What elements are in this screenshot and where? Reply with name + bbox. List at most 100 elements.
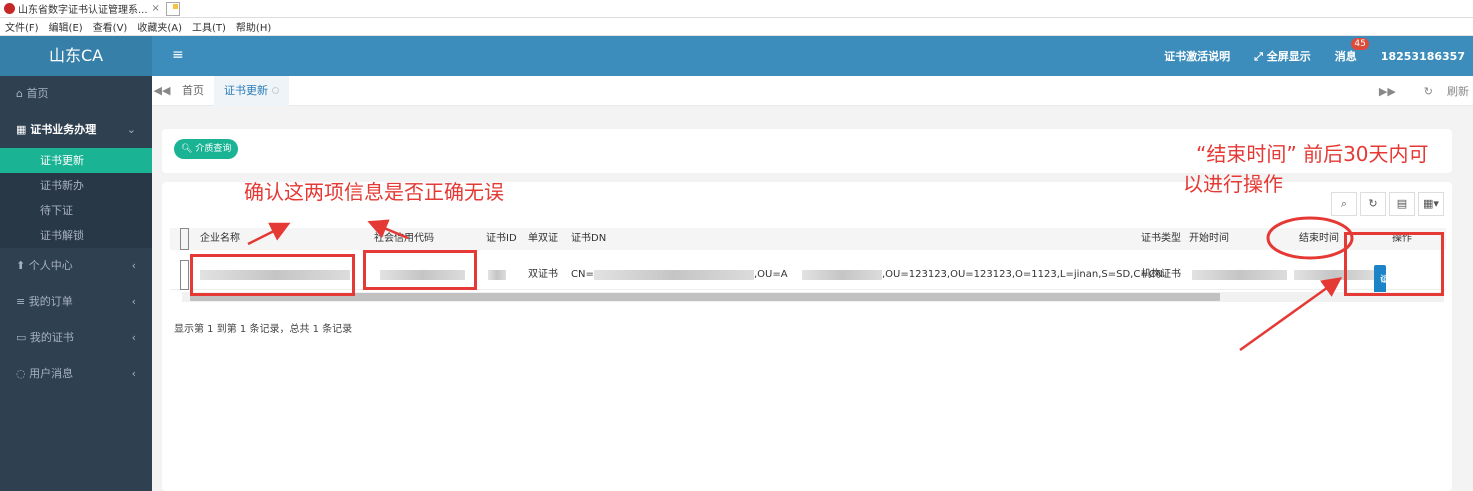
app-logo[interactable]: 山东CA (0, 36, 152, 76)
sidebar-item-cert-renew[interactable]: 证书更新 (0, 148, 152, 173)
sidebar-item-my-certs[interactable]: ▭ 我的证书 ‹ (0, 320, 152, 356)
top-header: 山东CA ≡ 证书激活说明 ⤢ 全屏显示 消息 45 18253186357 (0, 36, 1473, 76)
menu-favorites[interactable]: 收藏夹(A) (132, 19, 187, 34)
highlight-action (1344, 232, 1444, 296)
site-favicon-icon (4, 3, 15, 14)
menu-tools[interactable]: 工具(T) (187, 19, 231, 34)
sidebar-orders-label: 我的订单 (28, 295, 73, 308)
menu-view[interactable]: 查看(V) (88, 19, 133, 34)
column-cert-dn[interactable]: 证书DN (571, 228, 606, 250)
page-tabs-bar: ◀◀ 首页 证书更新 ▶▶ ↻ 刷新 (152, 75, 1473, 106)
expand-icon: ⤢ (1254, 50, 1263, 63)
tab-cert-renew-label: 证书更新 (224, 83, 268, 97)
cell-single-double: 双证书 (528, 269, 558, 280)
chevron-left-icon: ‹ (131, 331, 136, 344)
column-company-name[interactable]: 企业名称 (200, 228, 240, 250)
highlight-company-name (190, 254, 355, 296)
sidebar-personal-label: 个人中心 (28, 259, 73, 272)
browser-tab-bar: 山东省数字证书认证管理系... × (0, 0, 1473, 18)
table-header: 企业名称 社会信用代码 证书ID 单双证 证书DN 证书类型 开始时间 结束时间… (170, 228, 1446, 250)
sidebar-home-label: 首页 (26, 87, 49, 100)
redacted-cert-id (488, 270, 506, 280)
sidebar-submenu: 证书更新 证书新办 待下证 证书解锁 (0, 148, 152, 248)
chevron-left-icon: ‹ (131, 367, 136, 380)
grid-dropdown-icon[interactable]: ▦▾ (1418, 192, 1444, 216)
table-panel: ⌕ ↻ ▤ ▦▾ 企业名称 社会信用代码 证书ID 单双证 证书DN 证书类型 … (162, 182, 1452, 491)
refresh-icon: ↻ (1423, 85, 1433, 98)
sidebar-item-personal[interactable]: ⬆ 个人中心 ‹ (0, 248, 152, 284)
browser-tab-title: 山东省数字证书认证管理系... (18, 5, 148, 16)
sidebar-item-user-messages[interactable]: ◌ 用户消息 ‹ (0, 356, 152, 392)
menu-edit[interactable]: 编辑(E) (44, 19, 88, 34)
horizontal-scrollbar[interactable] (182, 292, 1444, 302)
annotation-end-time-line2: 以进行操作 (1183, 172, 1283, 196)
media-query-button[interactable]: 🔍︎ 介质查询 (174, 139, 239, 159)
records-summary: 显示第 1 到第 1 条记录，总共 1 条记录 (174, 324, 353, 335)
sidebar: ⌂ 首页 ▦ 证书业务办理 ⌄ 证书更新 证书新办 待下证 证书解锁 ⬆ 个人中心… (0, 76, 152, 491)
table-toolbar: ⌕ ↻ ▤ ▦▾ (1328, 192, 1444, 216)
redacted-dn-cn (594, 270, 754, 280)
sidebar-item-home[interactable]: ⌂ 首页 (0, 76, 152, 112)
column-credit-code[interactable]: 社会信用代码 (374, 228, 434, 250)
browser-tab[interactable]: 山东省数字证书认证管理系... × (0, 0, 164, 18)
tabs-scroll-left-icon[interactable]: ◀◀ (152, 84, 172, 97)
media-query-label: 介质查询 (195, 144, 232, 154)
redacted-dn-ou (802, 270, 882, 280)
chevron-left-icon: ‹ (131, 295, 136, 308)
messages-label: 消息 (1334, 50, 1357, 63)
table-row: 双证书 CN= ,OU=A ,OU=123123,OU=123123,O=112… (170, 260, 1446, 295)
messages-button[interactable]: 消息 45 (1334, 38, 1369, 64)
vertical-scrollbar[interactable] (1463, 110, 1473, 491)
comment-icon: ◌ (16, 367, 26, 380)
refresh-button[interactable]: ↻ 刷新 (1410, 83, 1469, 99)
search-icon: 🔍︎ (181, 144, 193, 154)
cell-cert-type: 机构证书 (1141, 269, 1181, 280)
menu-help[interactable]: 帮助(H) (231, 19, 276, 34)
annotation-end-time-line1: “结束时间” 前后30天内可 (1196, 142, 1429, 166)
close-tab-icon[interactable]: × (152, 3, 160, 14)
sidebar-group-label: 证书业务办理 (30, 123, 97, 136)
list-icon: ▦ (16, 123, 27, 136)
menu-file[interactable]: 文件(F) (0, 19, 44, 34)
tabs-scroll-right-icon[interactable]: ▶▶ (1379, 85, 1396, 98)
column-single-double[interactable]: 单双证 (528, 228, 558, 250)
columns-list-icon[interactable]: ▤ (1389, 192, 1415, 216)
menu-toggle-icon[interactable]: ≡ (172, 47, 184, 63)
column-cert-id[interactable]: 证书ID (486, 228, 517, 250)
column-end-time[interactable]: 结束时间 (1299, 228, 1339, 250)
sidebar-messages-label: 用户消息 (29, 367, 74, 380)
column-cert-type[interactable]: 证书类型 (1141, 228, 1181, 250)
cell-dn-prefix: CN= (571, 269, 594, 280)
refresh-icon[interactable]: ↻ (1360, 192, 1386, 216)
cell-dn-mid: ,OU=A (754, 269, 788, 280)
fullscreen-label: 全屏显示 (1266, 50, 1311, 63)
message-count-badge: 45 (1351, 38, 1369, 50)
search-icon[interactable]: ⌕ (1331, 192, 1357, 216)
new-tab-icon[interactable] (165, 1, 180, 16)
bars-icon: ≡ (16, 295, 26, 308)
tab-cert-renew[interactable]: 证书更新 (214, 75, 289, 106)
redacted-start-time (1192, 270, 1287, 280)
certificate-icon: ▭ (16, 331, 27, 344)
highlight-credit-code (363, 250, 477, 290)
sidebar-item-pending[interactable]: 待下证 (0, 198, 152, 223)
column-start-time[interactable]: 开始时间 (1189, 228, 1229, 250)
chevron-left-icon: ‹ (131, 259, 136, 272)
cell-dn-suffix: ,OU=123123,OU=123123,O=1123,L=jinan,S=SD… (882, 269, 1164, 280)
fullscreen-button[interactable]: ⤢ 全屏显示 (1254, 48, 1311, 64)
chevron-down-icon: ⌄ (126, 123, 136, 136)
sidebar-group-cert-business[interactable]: ▦ 证书业务办理 ⌄ (0, 112, 152, 148)
activation-help-link[interactable]: 证书激活说明 (1164, 48, 1230, 64)
close-tab-icon[interactable] (272, 86, 279, 94)
sidebar-certs-label: 我的证书 (29, 331, 74, 344)
user-account[interactable]: 18253186357 (1381, 50, 1465, 63)
tab-home[interactable]: 首页 (172, 76, 214, 106)
user-icon: ⬆ (16, 259, 26, 272)
sidebar-item-orders[interactable]: ≡ 我的订单 ‹ (0, 284, 152, 320)
browser-menu-bar: 文件(F) 编辑(E) 查看(V) 收藏夹(A) 工具(T) 帮助(H) (0, 18, 1473, 36)
home-icon: ⌂ (16, 87, 23, 100)
refresh-label: 刷新 (1447, 85, 1469, 98)
sidebar-item-cert-new[interactable]: 证书新办 (0, 173, 152, 198)
annotation-confirm-fields: 确认这两项信息是否正确无误 (244, 180, 504, 204)
sidebar-item-cert-unlock[interactable]: 证书解锁 (0, 223, 152, 248)
